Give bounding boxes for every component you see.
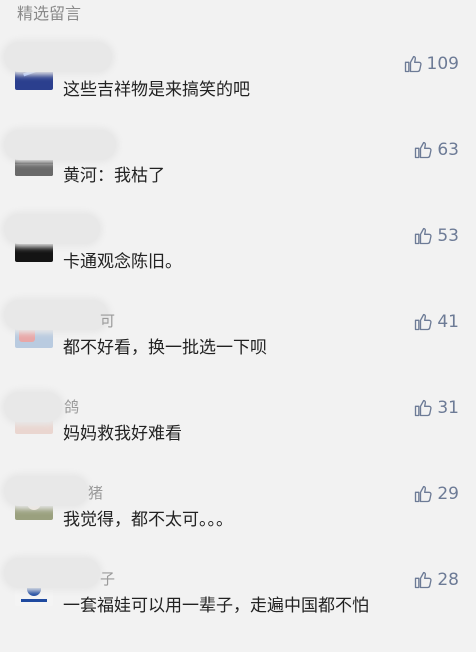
comment-text: 一套福娃可以用一辈子，走遍中国都不怕	[63, 596, 369, 616]
like-count: 29	[437, 484, 459, 504]
like-button[interactable]: 29	[413, 482, 459, 506]
comment-item: 子 28 一套福娃可以用一辈子，走遍中国都不怕	[0, 556, 476, 642]
comment-item: 可 41 都不好看，换一批选一下呗	[0, 298, 476, 384]
comment-text: 都不好看，换一批选一下呗	[63, 338, 267, 358]
blurred-username	[4, 300, 108, 330]
selected-comments-page: 精选留言 109 这些吉祥物是来搞笑的吧 63 黄河：我枯了 53 卡通观念陈旧…	[0, 0, 476, 652]
comment-text: 黄河：我枯了	[63, 166, 165, 186]
thumbs-up-icon	[415, 485, 432, 503]
section-title: 精选留言	[17, 4, 82, 23]
like-count: 41	[437, 312, 459, 332]
thumbs-up-icon	[415, 141, 432, 159]
thumbs-up-icon	[415, 313, 432, 331]
thumbs-up-icon	[415, 399, 432, 417]
comment-text: 这些吉祥物是来搞笑的吧	[63, 80, 250, 100]
like-button[interactable]: 28	[413, 568, 459, 592]
like-count: 63	[437, 140, 459, 160]
username-fragment: 猪	[88, 484, 104, 502]
like-button[interactable]: 41	[413, 310, 459, 334]
like-button[interactable]: 63	[413, 138, 459, 162]
comment-item: 109 这些吉祥物是来搞笑的吧	[0, 40, 476, 126]
username-fragment: 鸽	[64, 398, 80, 416]
comment-text: 卡通观念陈旧。	[63, 252, 182, 272]
thumbs-up-icon	[415, 227, 432, 245]
blurred-username	[4, 558, 100, 588]
comment-item: 鸽 31 妈妈救我好难看	[0, 384, 476, 470]
like-count: 53	[437, 226, 459, 246]
like-button[interactable]: 31	[413, 396, 459, 420]
comment-text: 我觉得，都不太可。。。	[63, 510, 233, 530]
comment-item: 猪 29 我觉得，都不太可。。。	[0, 470, 476, 556]
thumbs-up-icon	[404, 55, 422, 73]
like-button[interactable]: 53	[413, 224, 459, 248]
blurred-username	[4, 42, 112, 72]
blurred-username	[4, 476, 88, 506]
blurred-username	[4, 392, 62, 422]
username-fragment: 子	[100, 570, 116, 588]
like-count: 28	[437, 570, 459, 590]
thumbs-up-icon	[415, 571, 432, 589]
like-button[interactable]: 109	[403, 52, 459, 76]
comment-item: 53 卡通观念陈旧。	[0, 212, 476, 298]
like-count: 31	[437, 398, 459, 418]
comment-text: 妈妈救我好难看	[63, 424, 182, 444]
blurred-username	[4, 214, 100, 244]
blurred-username	[4, 130, 116, 160]
like-count: 109	[426, 54, 459, 74]
username-fragment: 可	[100, 312, 116, 330]
comment-item: 63 黄河：我枯了	[0, 126, 476, 212]
